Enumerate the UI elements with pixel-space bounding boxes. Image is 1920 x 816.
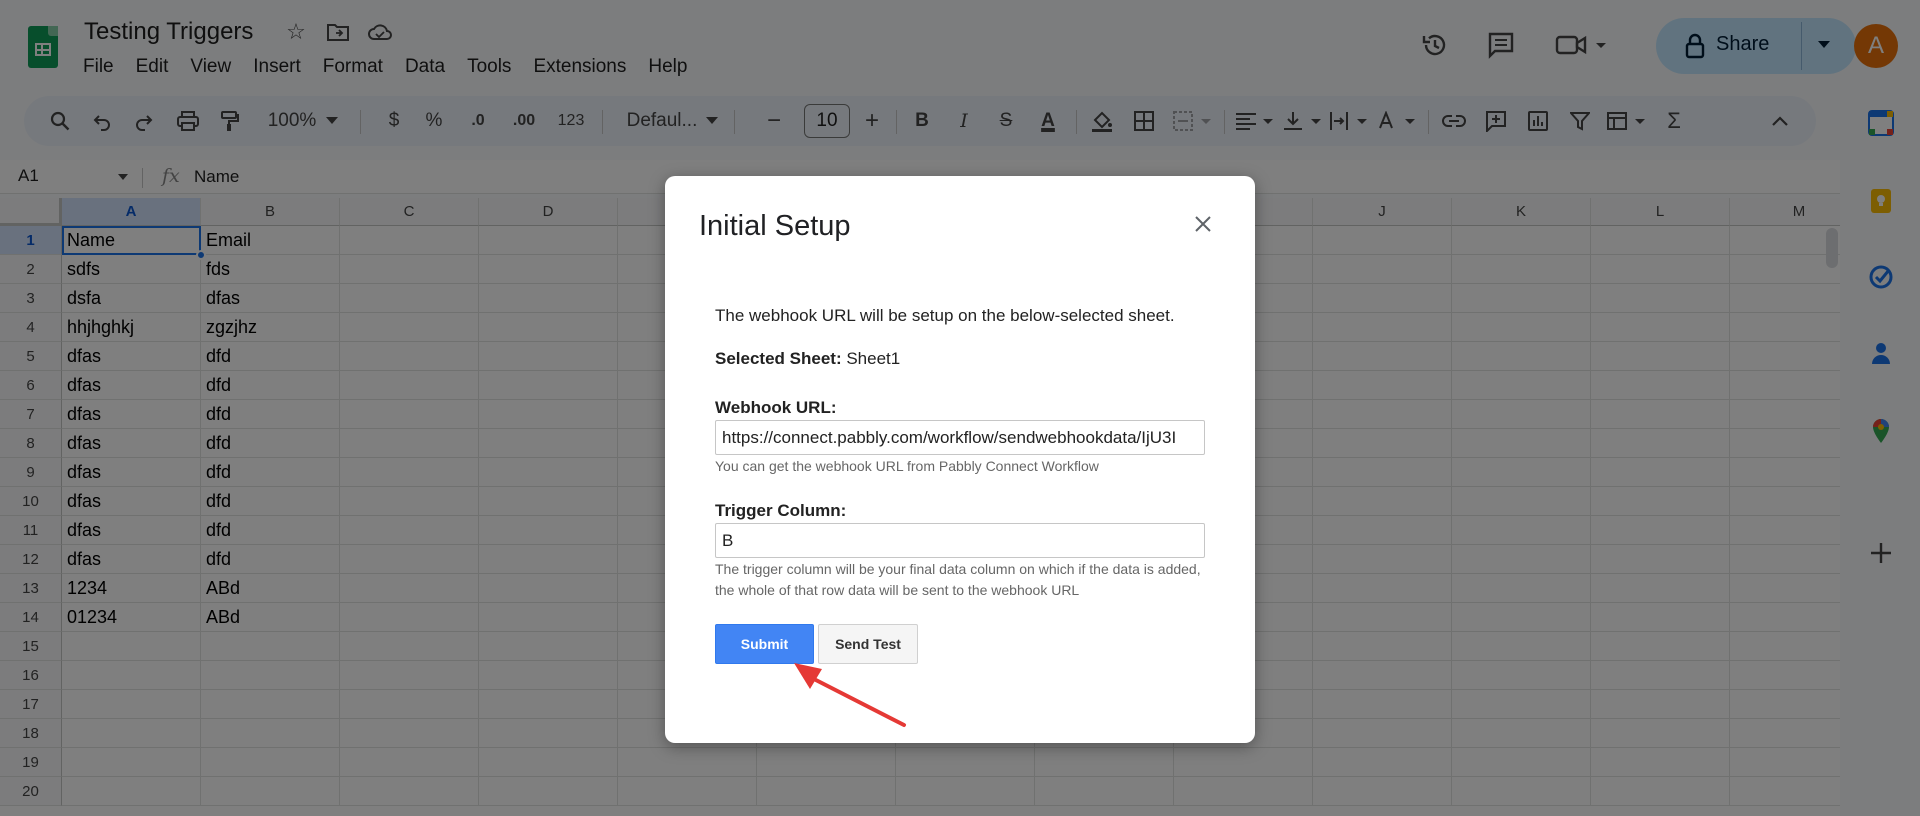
- trigger-column-field[interactable]: B: [715, 523, 1205, 558]
- webhook-url-label: Webhook URL:: [715, 398, 837, 417]
- dialog-title: Initial Setup: [699, 210, 851, 242]
- selected-sheet-value: Sheet1: [846, 349, 901, 368]
- selected-sheet-label: Selected Sheet:: [715, 349, 842, 368]
- annotation-arrow-icon: [794, 663, 906, 727]
- close-icon[interactable]: [1191, 212, 1215, 236]
- webhook-help-text: You can get the webhook URL from Pabbly …: [715, 458, 1099, 474]
- trigger-help-text: The trigger column will be your final da…: [715, 561, 1201, 598]
- dialog-intro-text: The webhook URL will be setup on the bel…: [715, 306, 1175, 325]
- selected-sheet-row: Selected Sheet: Sheet1: [715, 349, 900, 369]
- initial-setup-dialog: Initial Setup The webhook URL will be se…: [665, 176, 1255, 743]
- webhook-url-field[interactable]: https://connect.pabbly.com/workflow/send…: [715, 420, 1205, 455]
- trigger-column-label: Trigger Column:: [715, 501, 847, 520]
